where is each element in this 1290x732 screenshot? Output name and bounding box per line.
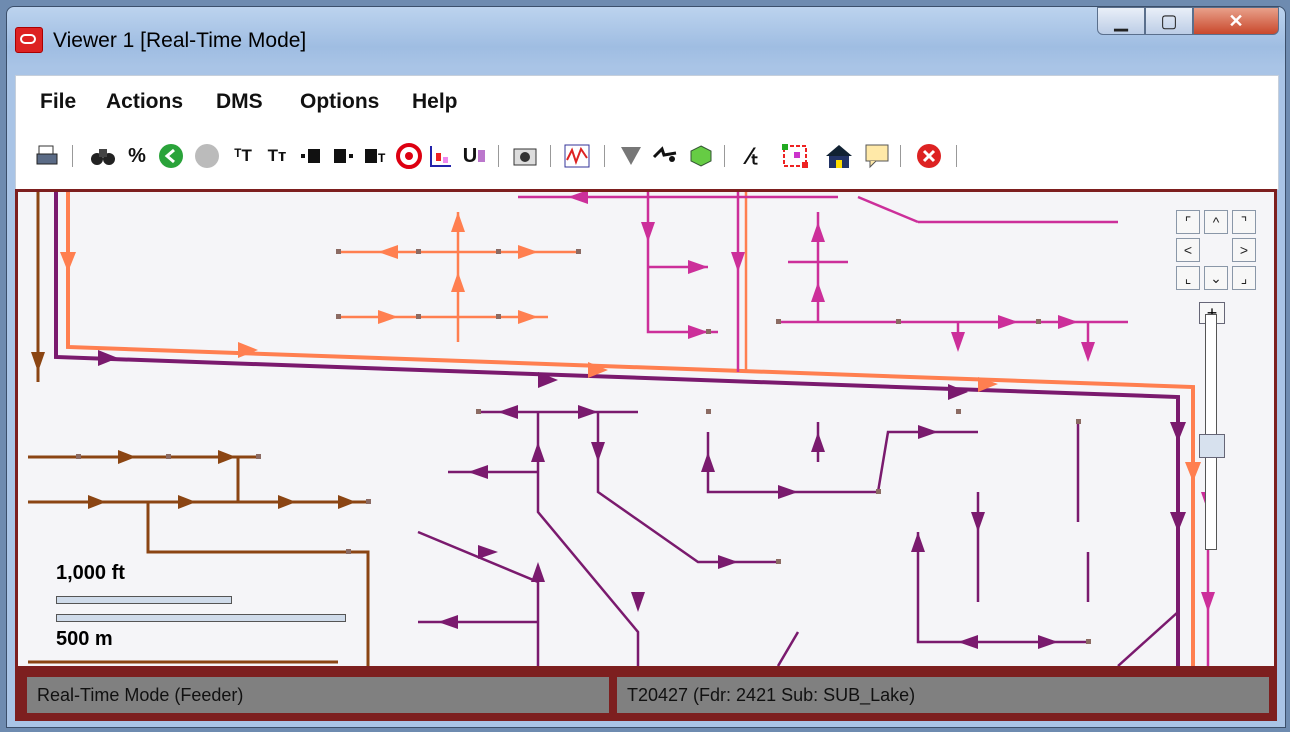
toolbar-separator xyxy=(72,145,73,167)
network-map[interactable]: ⌜ ^ ⌝ < > ⌞ ⌄ ⌟ + 1,000 ft 500 m xyxy=(15,189,1277,669)
binoculars-icon[interactable] xyxy=(88,141,118,171)
minimize-icon: ▁ xyxy=(1114,10,1128,31)
close-icon: ✕ xyxy=(1228,10,1244,31)
waveform-icon[interactable] xyxy=(562,141,592,171)
align-center-icon[interactable] xyxy=(328,141,358,171)
forward-icon[interactable] xyxy=(192,141,222,171)
orange-main-feeder xyxy=(66,192,1195,666)
pan-down-right-button[interactable]: ⌟ xyxy=(1232,266,1256,290)
orange-branch-lines xyxy=(338,192,748,372)
text-size-up-icon[interactable]: ᵀT xyxy=(228,141,258,171)
pan-down-button[interactable]: ⌄ xyxy=(1204,266,1228,290)
align-left-icon[interactable] xyxy=(296,141,326,171)
title-bar[interactable]: Viewer 1 [Real-Time Mode] ▁ ▢ ✕ xyxy=(7,7,1285,69)
viewer-window: Viewer 1 [Real-Time Mode] ▁ ▢ ✕ File Act… xyxy=(6,6,1286,728)
house-icon[interactable] xyxy=(824,141,854,171)
pan-down-left-button[interactable]: ⌞ xyxy=(1176,266,1200,290)
ut-icon[interactable]: U xyxy=(460,141,490,171)
purple-feeder-lines xyxy=(417,410,1179,666)
align-right-icon[interactable]: T xyxy=(360,141,390,171)
toolbar-separator xyxy=(900,145,901,167)
zoom-slider-thumb[interactable] xyxy=(1199,434,1225,458)
filter-icon[interactable] xyxy=(616,141,646,171)
target-icon[interactable] xyxy=(394,141,424,171)
app-logo-icon xyxy=(15,27,43,53)
toolbar-separator xyxy=(956,145,957,167)
network-icon[interactable] xyxy=(780,141,810,171)
pan-up-right-button[interactable]: ⌝ xyxy=(1232,210,1256,234)
magenta-feeder-arrows xyxy=(568,192,1215,612)
print-icon[interactable] xyxy=(32,141,62,171)
toolbar-separator xyxy=(498,145,499,167)
chart-icon[interactable] xyxy=(426,141,456,171)
scale-feet-label: 1,000 ft xyxy=(56,562,125,584)
menu-bar: File Actions DMS Options Help xyxy=(15,75,1279,127)
camera-icon[interactable] xyxy=(510,141,540,171)
window-title: Viewer 1 [Real-Time Mode] xyxy=(53,29,307,52)
menu-options[interactable]: Options xyxy=(300,90,379,114)
pan-left-button[interactable]: < xyxy=(1176,238,1200,262)
toolbar-separator xyxy=(604,145,605,167)
trace-icon[interactable] xyxy=(650,141,680,171)
pan-up-left-button[interactable]: ⌜ xyxy=(1176,210,1200,234)
menu-actions[interactable]: Actions xyxy=(106,90,183,114)
purple-feeder-arrows xyxy=(438,405,1058,649)
close-button[interactable]: ✕ xyxy=(1193,7,1279,35)
menu-help[interactable]: Help xyxy=(412,90,458,114)
purple-main-feeder xyxy=(54,192,1180,666)
cube-icon[interactable] xyxy=(686,141,716,171)
maximize-button[interactable]: ▢ xyxy=(1145,7,1193,35)
zoom-slider-track[interactable] xyxy=(1205,314,1217,550)
stop-icon[interactable] xyxy=(914,141,944,171)
feeder-network-drawing[interactable] xyxy=(18,192,1274,666)
svg-text:T: T xyxy=(378,151,386,165)
magenta-feeder-lines xyxy=(518,192,1210,666)
menu-dms[interactable]: DMS xyxy=(216,90,263,114)
status-bar: Real-Time Mode (Feeder) T20427 (Fdr: 242… xyxy=(15,669,1277,721)
status-selection: T20427 (Fdr: 2421 Sub: SUB_Lake) xyxy=(617,677,1269,713)
back-icon[interactable] xyxy=(156,141,186,171)
ut-label: U xyxy=(462,144,478,167)
comment-icon[interactable] xyxy=(862,141,892,171)
brown-feeder-arrows xyxy=(31,352,356,509)
maximize-icon: ▢ xyxy=(1160,10,1178,31)
pan-right-button[interactable]: > xyxy=(1232,238,1256,262)
toolbar-separator xyxy=(550,145,551,167)
pan-up-button[interactable]: ^ xyxy=(1204,210,1228,234)
scale-meters-label: 500 m xyxy=(56,628,113,650)
switch-icon[interactable]: ⁄ₜ xyxy=(738,141,768,171)
minimize-button[interactable]: ▁ xyxy=(1097,7,1145,35)
status-mode: Real-Time Mode (Feeder) xyxy=(27,677,609,713)
brown-feeder-lines xyxy=(28,192,370,666)
scale-feet-bar xyxy=(56,596,232,604)
pan-control: ⌜ ^ ⌝ < > ⌞ ⌄ ⌟ xyxy=(1176,210,1260,294)
node-markers xyxy=(76,249,1091,644)
toolbar: % ᵀT Tᴛ T U ⁄ₜ xyxy=(15,125,1279,190)
text-size-down-icon[interactable]: Tᴛ xyxy=(262,141,292,171)
scale-meters-bar xyxy=(56,614,346,622)
menu-file[interactable]: File xyxy=(40,90,76,114)
toolbar-separator xyxy=(724,145,725,167)
percent-icon[interactable]: % xyxy=(122,141,152,171)
